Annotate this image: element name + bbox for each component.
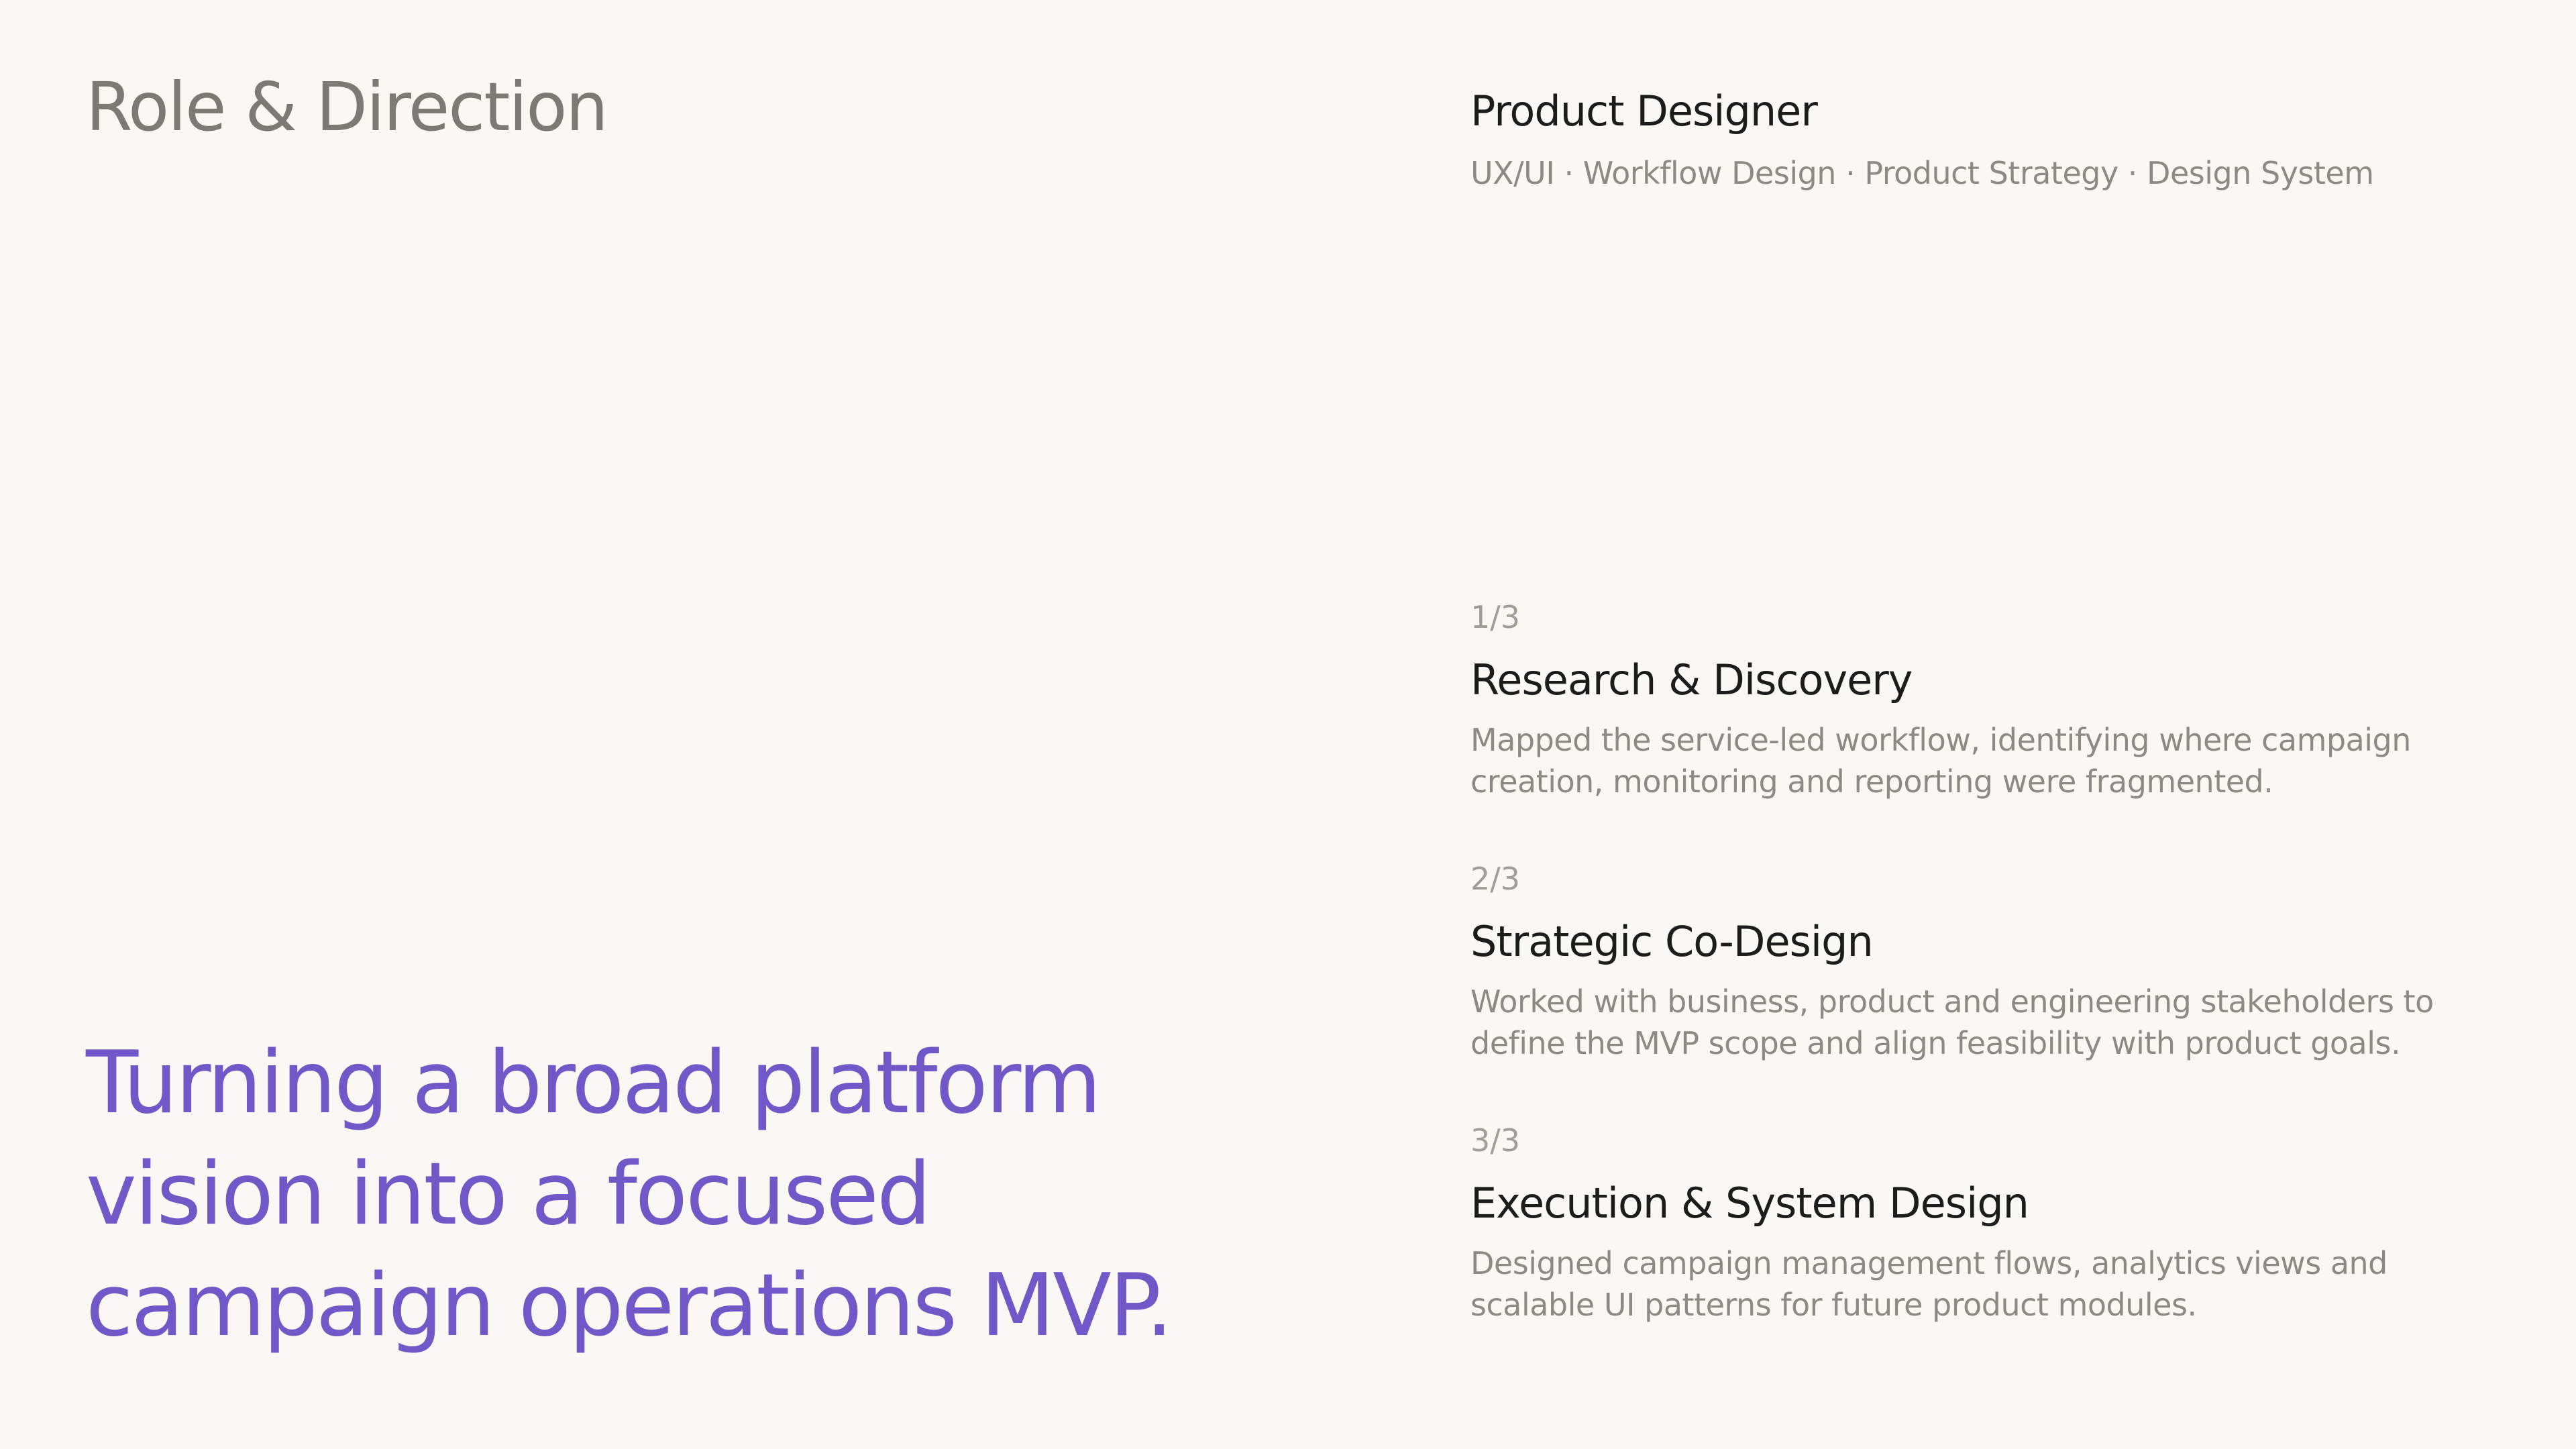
step-index: 2/3 — [1470, 861, 1521, 897]
section-title: Role & Direction — [86, 68, 608, 146]
step-description: Designed campaign management flows, anal… — [1470, 1245, 2387, 1323]
role-title: Product Designer — [1470, 87, 1818, 136]
step-description: Mapped the service-led workflow, identif… — [1470, 722, 2411, 800]
step-item: 1/3 Research & Discovery Mapped the serv… — [1470, 597, 2517, 859]
role-block: Product Designer UX/UI · Workflow Design… — [1470, 85, 2374, 193]
step-description: Worked with business, product and engine… — [1470, 983, 2434, 1061]
process-steps: 1/3 Research & Discovery Mapped the serv… — [1470, 597, 2517, 1382]
step-title: Execution & System Design — [1470, 1179, 2029, 1228]
headline: Turning a broad platform vision into a f… — [86, 1033, 1173, 1356]
step-index: 3/3 — [1470, 1122, 1521, 1159]
step-item: 3/3 Execution & System Design Designed c… — [1470, 1120, 2517, 1382]
step-title: Research & Discovery — [1470, 655, 1913, 704]
step-title: Strategic Co-Design — [1470, 917, 1874, 966]
role-tags: UX/UI · Workflow Design · Product Strate… — [1470, 155, 2374, 191]
step-item: 2/3 Strategic Co-Design Worked with busi… — [1470, 859, 2517, 1120]
step-index: 1/3 — [1470, 599, 1521, 635]
